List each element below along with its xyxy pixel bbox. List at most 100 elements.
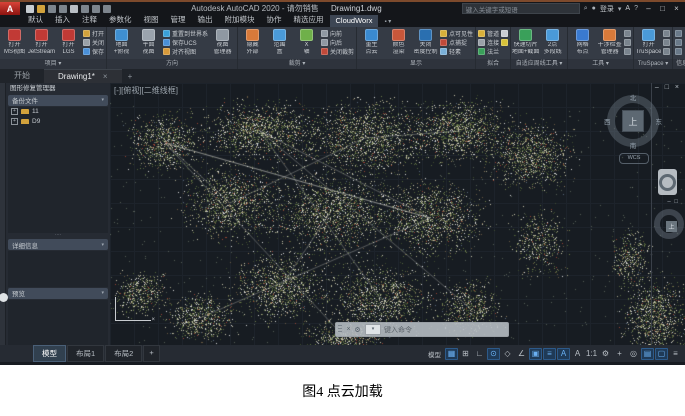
minimize-button[interactable]: ‒ [642, 4, 655, 13]
redo-icon[interactable] [92, 5, 100, 13]
plan-view-button[interactable]: 平面视图 [136, 28, 161, 55]
ribbon-panel-label-自适应周线工具[interactable]: 自适应周线工具 ▾ [511, 59, 567, 69]
expand-icon[interactable]: + [11, 118, 18, 125]
ribbon-panel-label-显示[interactable]: 显示 [357, 59, 475, 69]
tool-extra-2-button[interactable] [624, 38, 631, 46]
open-msview-button[interactable]: 打开MS视图 [2, 28, 27, 55]
layout-tab-布局2[interactable]: 布局2 [105, 345, 142, 362]
customize-wrench-icon[interactable]: ⚙ [353, 326, 362, 334]
autoscale-icon[interactable]: A [571, 348, 584, 360]
two-point-polyline-button[interactable]: 2点多段线 [540, 28, 565, 55]
ribbon-tab-默认[interactable]: 默认 [22, 13, 49, 27]
ribbon-panel-label-方向[interactable]: 方向 [107, 59, 237, 69]
clip-off-button[interactable]: 关闭裁剪 [321, 47, 354, 55]
save-icon[interactable] [48, 5, 56, 13]
fence-box-button[interactable]: 范围盒 [267, 28, 292, 55]
ground-top-view-button[interactable]: 地面+俯视 [109, 28, 134, 55]
view-manager-button[interactable]: 视图管理器 [210, 28, 235, 55]
tool-extra-1-button[interactable] [624, 29, 631, 37]
backup-file-item[interactable]: +11 [8, 107, 108, 117]
secondary-viewcube[interactable]: 上 [654, 209, 684, 239]
compass-south-label[interactable]: 南 [630, 140, 637, 150]
qat-customize-icon[interactable] [103, 5, 111, 13]
share-button[interactable]: A [625, 5, 630, 12]
new-layout-button[interactable]: + [143, 345, 159, 362]
snap-mode-icon[interactable]: ⊞ [459, 348, 472, 360]
recent-commands-icon[interactable]: ▾ [365, 324, 381, 335]
customize-icon[interactable]: ≡ [669, 348, 682, 360]
crosshair-icon[interactable]: + [613, 348, 626, 360]
annotation-scale-icon[interactable]: 1:1 [585, 348, 598, 360]
tee-fit-button[interactable] [501, 29, 508, 37]
help-icon[interactable]: ? [634, 5, 638, 12]
info-1-button[interactable] [675, 29, 682, 37]
ribbon-tab-参数化[interactable]: 参数化 [103, 13, 138, 27]
grid-icon[interactable]: ▦ [445, 348, 458, 360]
navigation-wheel-button[interactable] [658, 169, 677, 195]
fog-button[interactable]: 轻素 [440, 47, 473, 55]
point-snap-button[interactable]: 点捕捉 [440, 38, 473, 46]
close-button[interactable]: × [670, 4, 683, 13]
close-project-button[interactable]: 关闭 [83, 38, 104, 46]
search-icon[interactable]: ⌕ [584, 5, 588, 13]
workspace-gear-icon[interactable]: ⚙ [599, 348, 612, 360]
ribbon-panel-label-信息[interactable]: 信息 ▾ [673, 59, 685, 69]
reset-wcs-button[interactable]: 重置到世界系 [163, 29, 208, 37]
open-jetstream-button[interactable]: 打开JetStream [29, 28, 54, 55]
quick-fit-button[interactable] [501, 38, 508, 46]
connect-fit-button[interactable]: 连接 [478, 38, 499, 46]
truspace-extra-3-button[interactable] [663, 47, 670, 55]
viewcube[interactable]: 上 北 南 西 东 [607, 95, 659, 147]
render-colors-button[interactable]: 颜色渲染 [386, 28, 411, 55]
isodraft-icon[interactable]: ◇ [501, 348, 514, 360]
ribbon-panel-label-TruSpace[interactable]: TruSpace ▾ [634, 59, 672, 69]
info-2-button[interactable] [675, 38, 682, 46]
save-ucs-button[interactable]: 保存UCS [163, 38, 208, 46]
person-icon[interactable]: ● [592, 5, 596, 12]
new-file-icon[interactable] [26, 5, 34, 13]
expand-icon[interactable]: + [11, 108, 18, 115]
mini-minimize-icon[interactable]: ‒ [667, 199, 671, 205]
maximize-button[interactable]: □ [656, 4, 669, 13]
app-menu-button[interactable]: A [0, 2, 20, 15]
ribbon-tab-管理[interactable]: 管理 [165, 13, 192, 27]
graphics-performance-icon[interactable]: ▤ [641, 348, 654, 360]
ribbon-tab-精选应用[interactable]: 精选应用 [288, 13, 330, 27]
osnap-tracking-icon[interactable]: ∠ [515, 348, 528, 360]
command-line[interactable]: × ⚙ ▾ 键入命令 [335, 322, 509, 337]
polar-tracking-icon[interactable]: ⊙ [487, 348, 500, 360]
plot-icon[interactable] [70, 5, 78, 13]
compass-east-label[interactable]: 东 [656, 116, 663, 126]
ribbon-panel-label-工具[interactable]: 工具 ▾ [568, 59, 633, 69]
osnap-2d-icon[interactable]: ▣ [529, 348, 542, 360]
undo-icon[interactable] [81, 5, 89, 13]
save-as-icon[interactable] [59, 5, 67, 13]
save-project-button[interactable]: 保存 [83, 47, 104, 55]
command-line-grip[interactable] [338, 325, 342, 334]
new-file-tab-button[interactable]: + [122, 70, 139, 83]
ribbon-tab-视图[interactable]: 视图 [138, 13, 165, 27]
info-3-button[interactable] [675, 47, 682, 55]
search-input[interactable]: 键入关键字或短语 [462, 3, 580, 14]
grid-points-button[interactable]: 网格布点 [570, 28, 595, 55]
doc-minimize-icon[interactable]: ‒ [655, 84, 661, 91]
preview-header[interactable]: 预览 ▾ [8, 288, 108, 299]
mini-restore-icon[interactable]: □ [674, 199, 679, 205]
regen-pointcloud-button[interactable]: 重生点云 [359, 28, 384, 55]
model-space-button[interactable]: 模型 [428, 349, 441, 359]
open-truspace-button[interactable]: 打开TruSpace [636, 28, 661, 55]
backup-file-item[interactable]: +D9 [8, 117, 108, 127]
align-view-button[interactable]: 对齐视图 [163, 47, 208, 55]
clip-forward-button[interactable]: 向前 [321, 29, 354, 37]
file-tab-drawing1[interactable]: Drawing1* × [44, 69, 122, 83]
clean-screen-icon[interactable]: ▢ [655, 348, 668, 360]
density-control-button[interactable]: 关闭密度控制 [413, 28, 438, 55]
clip-back-button[interactable]: 向后 [321, 38, 354, 46]
open-project-button[interactable]: 打开 [83, 29, 104, 37]
viewport-controls-label[interactable]: [-][俯视][二维线框] [114, 85, 178, 96]
ortho-icon[interactable]: ∟ [473, 348, 486, 360]
lineweight-icon[interactable]: ≡ [543, 348, 556, 360]
ribbon-tab-协作[interactable]: 协作 [261, 13, 288, 27]
ribbon-tab-CloudWorx[interactable]: CloudWorx [330, 15, 379, 27]
drawing-viewport[interactable]: [-][俯视][二维线框] ‒ □ × 上 北 南 西 东 WCS ‒ □ [110, 83, 685, 345]
